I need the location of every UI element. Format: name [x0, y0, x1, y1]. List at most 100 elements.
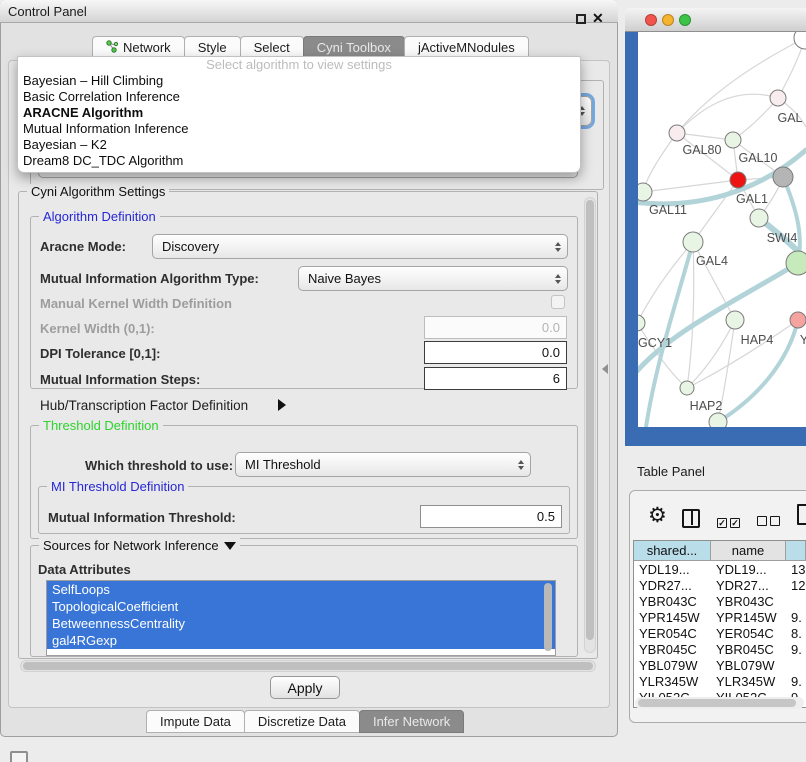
- node-label-hap2: HAP2: [690, 399, 723, 413]
- network-node-unlabeled[interactable]: [773, 167, 793, 187]
- kernel-width-value: 0.0: [542, 320, 560, 335]
- network-node-gal10[interactable]: [725, 132, 741, 148]
- bottom-tab-impute-data-label: Impute Data: [160, 714, 231, 729]
- network-node-gcy1[interactable]: [638, 315, 645, 331]
- table-row[interactable]: YPR145WYPR145W9.: [634, 609, 806, 625]
- node-label-gal: GAL: [777, 111, 802, 125]
- column-header-col[interactable]: [786, 541, 806, 561]
- network-edge: [733, 98, 778, 140]
- collapsed-panel-button[interactable]: [10, 751, 28, 762]
- aracne-mode-value: Discovery: [162, 239, 219, 254]
- control-panel-titlebar[interactable]: Control Panel: [0, 0, 618, 23]
- unchecked-boxes-icon[interactable]: [757, 513, 783, 531]
- table-cell: YER054C: [711, 625, 786, 641]
- algorithm-option-list: Bayesian – Hill ClimbingBasic Correlatio…: [18, 73, 580, 169]
- data-attribute-item-gal4rgexp[interactable]: gal4RGexp: [47, 632, 555, 649]
- network-node-hap2[interactable]: [680, 381, 694, 395]
- sources-title: Sources for Network Inference: [39, 538, 240, 553]
- data-attributes-list[interactable]: SelfLoopsTopologicalCoefficientBetweenne…: [46, 580, 556, 656]
- table-cell: YDL19...: [634, 561, 711, 577]
- data-attribute-item-topologicalcoefficient[interactable]: TopologicalCoefficient: [47, 598, 555, 615]
- checked-boxes-icon[interactable]: ✓✓: [717, 513, 743, 531]
- column-header-name[interactable]: name: [711, 541, 786, 561]
- mi-type-value: Naive Bayes: [308, 271, 381, 286]
- table-row[interactable]: YER054CYER054C8.: [634, 625, 806, 641]
- table-cell: YDR27...: [634, 577, 711, 593]
- table-cell: YBR043C: [711, 593, 786, 609]
- table-cell: YBR045C: [711, 641, 786, 657]
- algorithm-option-aracne-algorithm[interactable]: ARACNE Algorithm: [18, 105, 580, 121]
- kernel-width-label: Kernel Width (0,1):: [40, 321, 155, 336]
- spinner-icon: [518, 460, 524, 470]
- table-row[interactable]: YBR045CYBR045C9.: [634, 641, 806, 657]
- splitter-handle-icon[interactable]: [602, 364, 608, 374]
- settings-scrollbar-thumb[interactable]: [586, 200, 594, 640]
- network-node-gal1[interactable]: [730, 172, 746, 188]
- mi-threshold-field[interactable]: 0.5: [420, 505, 562, 528]
- table-cell: [786, 657, 806, 673]
- data-attribute-item-betweennesscentrality[interactable]: BetweennessCentrality: [47, 615, 555, 632]
- table-header-row: shared...name: [634, 541, 806, 561]
- algorithm-definition-title: Algorithm Definition: [39, 209, 160, 224]
- data-attribute-item-selfloops[interactable]: SelfLoops: [47, 581, 555, 598]
- network-node-unlabeled[interactable]: [709, 413, 727, 427]
- network-node-gal[interactable]: [770, 90, 786, 106]
- network-node-gal80[interactable]: [669, 125, 685, 141]
- table-row[interactable]: YBL079WYBL079W: [634, 657, 806, 673]
- settings-hscrollbar-thumb[interactable]: [23, 662, 593, 670]
- table-row[interactable]: YLR345WYLR345W9.: [634, 673, 806, 689]
- algorithm-option-basic-correlation-inference[interactable]: Basic Correlation Inference: [18, 89, 580, 105]
- which-threshold-combo[interactable]: MI Threshold: [235, 452, 531, 477]
- bottom-tab-discretize-data[interactable]: Discretize Data: [244, 710, 360, 733]
- close-button-mac[interactable]: [645, 14, 657, 26]
- network-node-swi4[interactable]: [750, 209, 768, 227]
- table-cell: [786, 593, 806, 609]
- minimize-button-mac[interactable]: [662, 14, 674, 26]
- bottom-tab-impute-data[interactable]: Impute Data: [146, 710, 245, 733]
- apply-button[interactable]: Apply: [270, 676, 340, 699]
- tab-jactivemnodules-label: jActiveMNodules: [418, 40, 515, 55]
- spinner-icon: [555, 274, 561, 284]
- network-node-hap4[interactable]: [726, 311, 744, 329]
- mi-steps-label: Mutual Information Steps:: [40, 372, 200, 387]
- file-icon[interactable]: [797, 504, 806, 525]
- expand-arrow-icon[interactable]: [278, 398, 286, 416]
- network-canvas[interactable]: GALGAL80GAL10GAL1GAL11SWI4GAL4GCY1HAP4YH…: [638, 32, 806, 427]
- table-row[interactable]: YDR27...YDR27...12: [634, 577, 806, 593]
- mi-type-combo[interactable]: Naive Bayes: [298, 266, 568, 291]
- network-node-unlabeled[interactable]: [786, 251, 806, 275]
- gear-icon[interactable]: ⚙: [648, 506, 667, 526]
- float-icon[interactable]: [576, 14, 586, 24]
- network-edge: [687, 320, 798, 388]
- kernel-width-field[interactable]: 0.0: [424, 316, 567, 339]
- aracne-mode-combo[interactable]: Discovery: [152, 234, 568, 259]
- node-label-swi4: SWI4: [767, 231, 798, 245]
- column-header-shared[interactable]: shared...: [634, 541, 711, 561]
- attributes-scrollbar-thumb[interactable]: [544, 583, 552, 651]
- algorithm-option-dream8-dc-tdc-algorithm[interactable]: Dream8 DC_TDC Algorithm: [18, 153, 580, 169]
- table-hscrollbar-thumb[interactable]: [638, 699, 796, 707]
- mi-steps-value: 6: [553, 371, 560, 386]
- collapse-arrow-icon[interactable]: [224, 542, 236, 550]
- network-node-gal4[interactable]: [683, 232, 703, 252]
- network-node-gal11[interactable]: [638, 183, 652, 201]
- mi-steps-field[interactable]: 6: [424, 367, 567, 390]
- algorithm-option-bayesian-hill-climbing[interactable]: Bayesian – Hill Climbing: [18, 73, 580, 89]
- network-window-titlebar[interactable]: [625, 8, 806, 32]
- table-row[interactable]: YDL19...YDL19...13: [634, 561, 806, 577]
- table-row[interactable]: YBR043CYBR043C: [634, 593, 806, 609]
- table-body: YDL19...YDL19...13YDR27...YDR27...12YBR0…: [634, 561, 806, 705]
- network-window-frame: [625, 427, 806, 446]
- manual-kernel-checkbox[interactable]: [551, 295, 565, 309]
- network-edge: [643, 180, 738, 192]
- zoom-button-mac[interactable]: [679, 14, 691, 26]
- network-node-unlabeled[interactable]: [794, 32, 806, 49]
- data-attributes-label: Data Attributes: [38, 562, 131, 577]
- algorithm-option-mutual-information-inference[interactable]: Mutual Information Inference: [18, 121, 580, 137]
- split-columns-icon[interactable]: [682, 509, 700, 528]
- dpi-tolerance-field[interactable]: 0.0: [424, 341, 567, 364]
- network-node-y[interactable]: [790, 312, 806, 328]
- close-icon[interactable]: ✕: [592, 10, 604, 27]
- algorithm-option-bayesian-k2[interactable]: Bayesian – K2: [18, 137, 580, 153]
- bottom-tab-infer-network[interactable]: Infer Network: [359, 710, 464, 733]
